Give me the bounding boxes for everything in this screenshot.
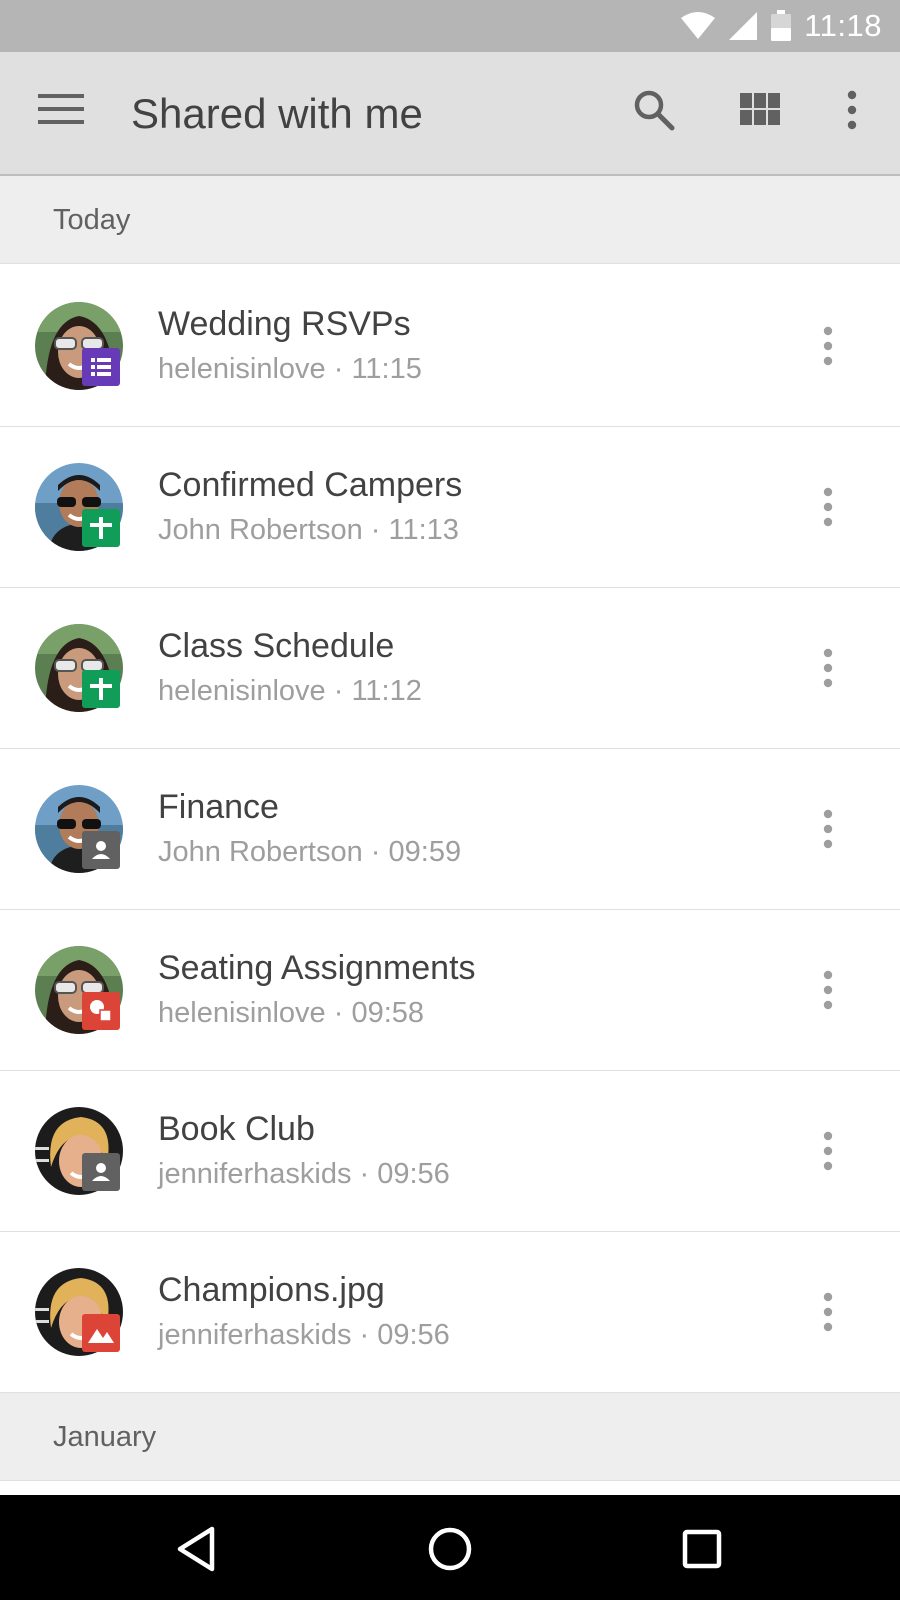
spreadsheet-icon	[82, 509, 120, 547]
list-item[interactable]: Book Club jenniferhaskids · 09:56	[0, 1071, 900, 1232]
back-icon	[177, 1526, 215, 1572]
form-icon	[82, 348, 120, 386]
recents-icon	[682, 1529, 722, 1569]
file-list: Wedding RSVPs helenisinlove · 11:15 Conf…	[0, 266, 900, 1393]
page-title: Shared with me	[131, 90, 423, 137]
file-meta: helenisinlove · 11:12	[158, 675, 422, 707]
list-item[interactable]: Finance John Robertson · 09:59	[0, 749, 900, 910]
more-vert-icon	[847, 90, 857, 130]
shared-folder-icon	[82, 1153, 120, 1191]
search-icon	[634, 90, 675, 131]
more-vert-icon[interactable]	[804, 1284, 852, 1340]
file-meta: helenisinlove · 09:58	[158, 997, 425, 1029]
section-label: Today	[53, 204, 131, 236]
file-meta: jenniferhaskids · 09:56	[158, 1158, 450, 1190]
more-vert-icon[interactable]	[804, 1123, 852, 1179]
more-vert-icon[interactable]	[804, 801, 852, 857]
file-meta: jenniferhaskids · 09:56	[158, 1319, 450, 1351]
more-vert-icon[interactable]	[804, 640, 852, 696]
status-time: 11:18	[804, 8, 882, 43]
app-bar: Shared with me	[0, 52, 900, 176]
more-vert-icon[interactable]	[804, 962, 852, 1018]
file-title: Seating Assignments	[158, 949, 476, 987]
list-item[interactable]: Seating Assignments helenisinlove · 09:5…	[0, 910, 900, 1071]
section-header-today: Today	[0, 176, 900, 264]
cell-signal-icon	[729, 12, 758, 40]
image-icon	[82, 1314, 120, 1352]
shared-folder-icon	[82, 831, 120, 869]
file-title: Class Schedule	[158, 627, 395, 665]
section-header-january: January	[0, 1393, 900, 1481]
file-title: Book Club	[158, 1110, 315, 1148]
grid-view-button[interactable]	[732, 82, 788, 138]
file-meta: John Robertson · 09:59	[158, 836, 462, 868]
battery-icon	[771, 10, 792, 41]
hamburger-menu-icon[interactable]	[38, 92, 84, 126]
list-item[interactable]: Champions.jpg jenniferhaskids · 09:56	[0, 1232, 900, 1393]
list-item[interactable]: Confirmed Campers John Robertson · 11:13	[0, 427, 900, 588]
more-options-button[interactable]	[824, 82, 880, 138]
back-button[interactable]	[164, 1517, 228, 1581]
home-icon	[428, 1527, 472, 1571]
grid-view-icon	[740, 93, 780, 125]
more-vert-icon[interactable]	[804, 479, 852, 535]
status-bar: 11:18	[0, 0, 900, 52]
spreadsheet-icon	[82, 670, 120, 708]
list-item[interactable]: Wedding RSVPs helenisinlove · 11:15	[0, 266, 900, 427]
file-title: Confirmed Campers	[158, 466, 463, 504]
file-title: Wedding RSVPs	[158, 305, 411, 343]
more-vert-icon[interactable]	[804, 318, 852, 374]
wifi-icon	[681, 12, 716, 39]
list-item[interactable]: Class Schedule helenisinlove · 11:12	[0, 588, 900, 749]
drawing-icon	[82, 992, 120, 1030]
file-meta: John Robertson · 11:13	[158, 514, 459, 546]
system-nav-bar	[0, 1495, 900, 1600]
section-label: January	[53, 1421, 157, 1453]
recents-button[interactable]	[670, 1517, 734, 1581]
search-button[interactable]	[626, 82, 682, 138]
file-title: Champions.jpg	[158, 1271, 385, 1309]
home-button[interactable]	[418, 1517, 482, 1581]
file-meta: helenisinlove · 11:15	[158, 353, 422, 385]
file-title: Finance	[158, 788, 279, 826]
